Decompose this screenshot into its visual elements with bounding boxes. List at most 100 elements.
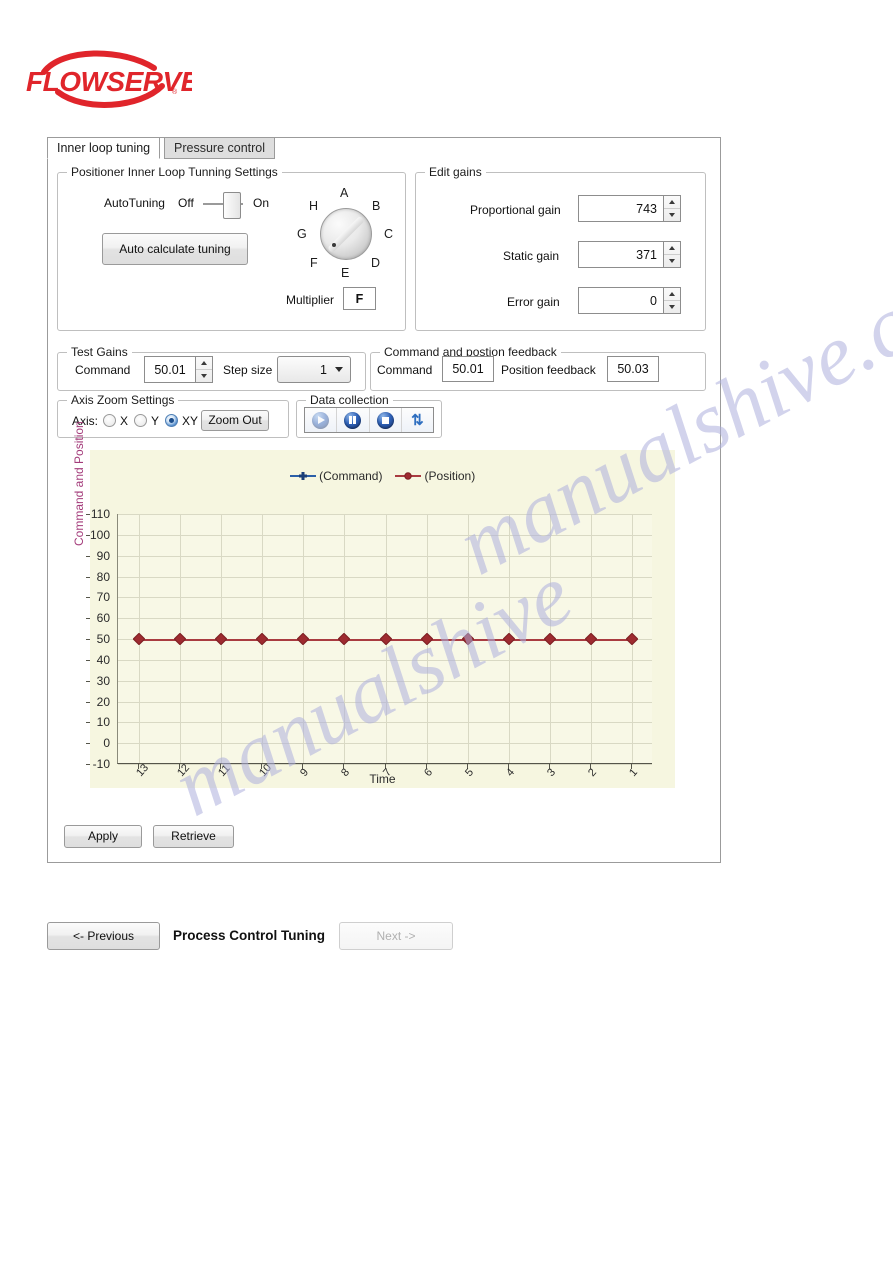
chart-data-point xyxy=(461,632,475,646)
axis-zoom-group-title: Axis Zoom Settings xyxy=(67,393,179,407)
dial-pointer-icon xyxy=(332,243,336,247)
play-icon xyxy=(312,411,330,429)
zoom-out-button[interactable]: Zoom Out xyxy=(201,410,269,431)
chart-data-point xyxy=(543,632,557,646)
test-gains-group-title: Test Gains xyxy=(67,345,132,359)
position-feedback-value: 50.03 xyxy=(617,362,649,376)
chevron-down-icon xyxy=(201,374,207,378)
step-size-select[interactable]: 1 xyxy=(277,356,351,383)
multiplier-value: F xyxy=(343,287,376,310)
chart-data-point xyxy=(626,632,639,646)
proportional-gain-input[interactable]: 743 xyxy=(578,195,664,222)
retrieve-button[interactable]: Retrieve xyxy=(153,825,234,848)
legend-label-position: (Position) xyxy=(424,468,476,483)
refresh-collection-button[interactable]: ⇅ xyxy=(401,408,433,432)
chevron-up-icon xyxy=(669,292,675,296)
error-gain-value: 0 xyxy=(650,293,657,308)
retrieve-label: Retrieve xyxy=(171,829,216,843)
test-command-input[interactable]: 50.01 xyxy=(144,356,196,383)
test-command-value: 50.01 xyxy=(154,362,186,377)
data-collection-group-title: Data collection xyxy=(306,393,393,407)
chart-data-point xyxy=(255,632,269,646)
chevron-down-icon xyxy=(669,213,675,217)
dial-letter-c: C xyxy=(384,227,394,241)
chart-tick-label-y: 60 xyxy=(96,611,110,626)
chart-data-point xyxy=(173,632,187,646)
flowserve-logo: FLOWSERVE ® xyxy=(22,38,192,108)
step-size-label: Step size xyxy=(223,363,273,377)
apply-button[interactable]: Apply xyxy=(64,825,142,848)
chart-tick-label-y: 0 xyxy=(103,736,110,751)
legend-marker-command xyxy=(289,471,316,480)
dial-letter-d: D xyxy=(371,256,381,270)
static-gain-label: Static gain xyxy=(503,249,560,263)
proportional-gain-stepper[interactable] xyxy=(664,195,681,222)
refresh-icon: ⇅ xyxy=(411,411,424,429)
chart-tick-label-y: -10 xyxy=(92,757,110,771)
chart-tick-label-y: 90 xyxy=(96,548,110,563)
stepper-up[interactable] xyxy=(664,288,680,301)
start-collection-button[interactable] xyxy=(305,408,338,432)
edit-gains-group-title: Edit gains xyxy=(425,165,486,179)
stepper-down[interactable] xyxy=(664,209,680,221)
autotuning-on-label: On xyxy=(253,196,270,210)
auto-calculate-tuning-label: Auto calculate tuning xyxy=(119,242,231,256)
stepper-down[interactable] xyxy=(196,370,212,382)
test-command-label: Command xyxy=(75,363,131,377)
dial-slot-icon xyxy=(327,215,365,253)
chart-tick-label-y: 100 xyxy=(89,527,110,542)
chart-data-point xyxy=(296,632,310,646)
chevron-down-icon xyxy=(669,259,675,263)
pause-collection-button[interactable] xyxy=(337,408,370,432)
radio-axis-x[interactable] xyxy=(103,414,116,427)
autotuning-toggle[interactable] xyxy=(223,192,241,219)
svg-text:®: ® xyxy=(172,88,178,96)
chart-tick-label-y: 10 xyxy=(96,715,110,730)
previous-button[interactable]: <- Previous xyxy=(47,922,160,950)
page-title: Process Control Tuning xyxy=(173,928,326,943)
chart-data-point xyxy=(132,632,145,646)
stepper-down[interactable] xyxy=(664,255,680,267)
auto-calculate-tuning-button[interactable]: Auto calculate tuning xyxy=(102,233,248,265)
chevron-up-icon xyxy=(669,246,675,250)
test-command-stepper[interactable] xyxy=(196,356,213,383)
tab-inner-loop-tuning[interactable]: Inner loop tuning xyxy=(47,137,161,159)
chart-tick-label-y: 30 xyxy=(96,673,110,688)
chart-tick-label-y: 80 xyxy=(96,569,110,584)
chart-data-point xyxy=(337,632,351,646)
chart-tick-label-y: 110 xyxy=(90,507,110,521)
legend-marker-position xyxy=(395,472,422,480)
stepper-up[interactable] xyxy=(664,196,680,209)
error-gain-stepper[interactable] xyxy=(664,287,681,314)
stepper-up[interactable] xyxy=(196,357,212,370)
trend-chart: (Command) (Position) Command and Positio… xyxy=(72,421,675,788)
autotuning-off-label: Off xyxy=(178,196,194,210)
dial-letter-e: E xyxy=(341,266,350,280)
multiplier-label: Multiplier xyxy=(286,293,335,307)
radio-axis-xy-label: XY xyxy=(182,414,199,428)
chart-data-point xyxy=(584,632,598,646)
tab-pressure-control[interactable]: Pressure control xyxy=(164,137,276,159)
stop-collection-button[interactable] xyxy=(369,408,402,432)
static-gain-stepper[interactable] xyxy=(664,241,681,268)
radio-axis-y[interactable] xyxy=(134,414,147,427)
radio-axis-y-label: Y xyxy=(151,414,160,428)
chevron-up-icon xyxy=(201,361,207,365)
next-label: Next -> xyxy=(376,929,416,943)
chart-data-point xyxy=(420,632,434,646)
chart-legend: (Command) (Position) xyxy=(90,468,675,483)
stepper-down[interactable] xyxy=(664,301,680,313)
chart-data-point xyxy=(502,632,516,646)
multiplier-dial[interactable]: A B C D E F G H xyxy=(288,186,398,282)
error-gain-input[interactable]: 0 xyxy=(578,287,664,314)
multiplier-value-text: F xyxy=(355,291,364,306)
radio-axis-xy[interactable] xyxy=(165,414,178,427)
stepper-up[interactable] xyxy=(664,242,680,255)
chart-data-point xyxy=(379,632,392,646)
feedback-command-value: 50.01 xyxy=(452,362,484,376)
pause-icon xyxy=(344,411,362,429)
dial-knob[interactable] xyxy=(320,208,372,260)
dial-letter-f: F xyxy=(310,256,318,270)
chevron-down-icon xyxy=(335,367,343,372)
static-gain-input[interactable]: 371 xyxy=(578,241,664,268)
